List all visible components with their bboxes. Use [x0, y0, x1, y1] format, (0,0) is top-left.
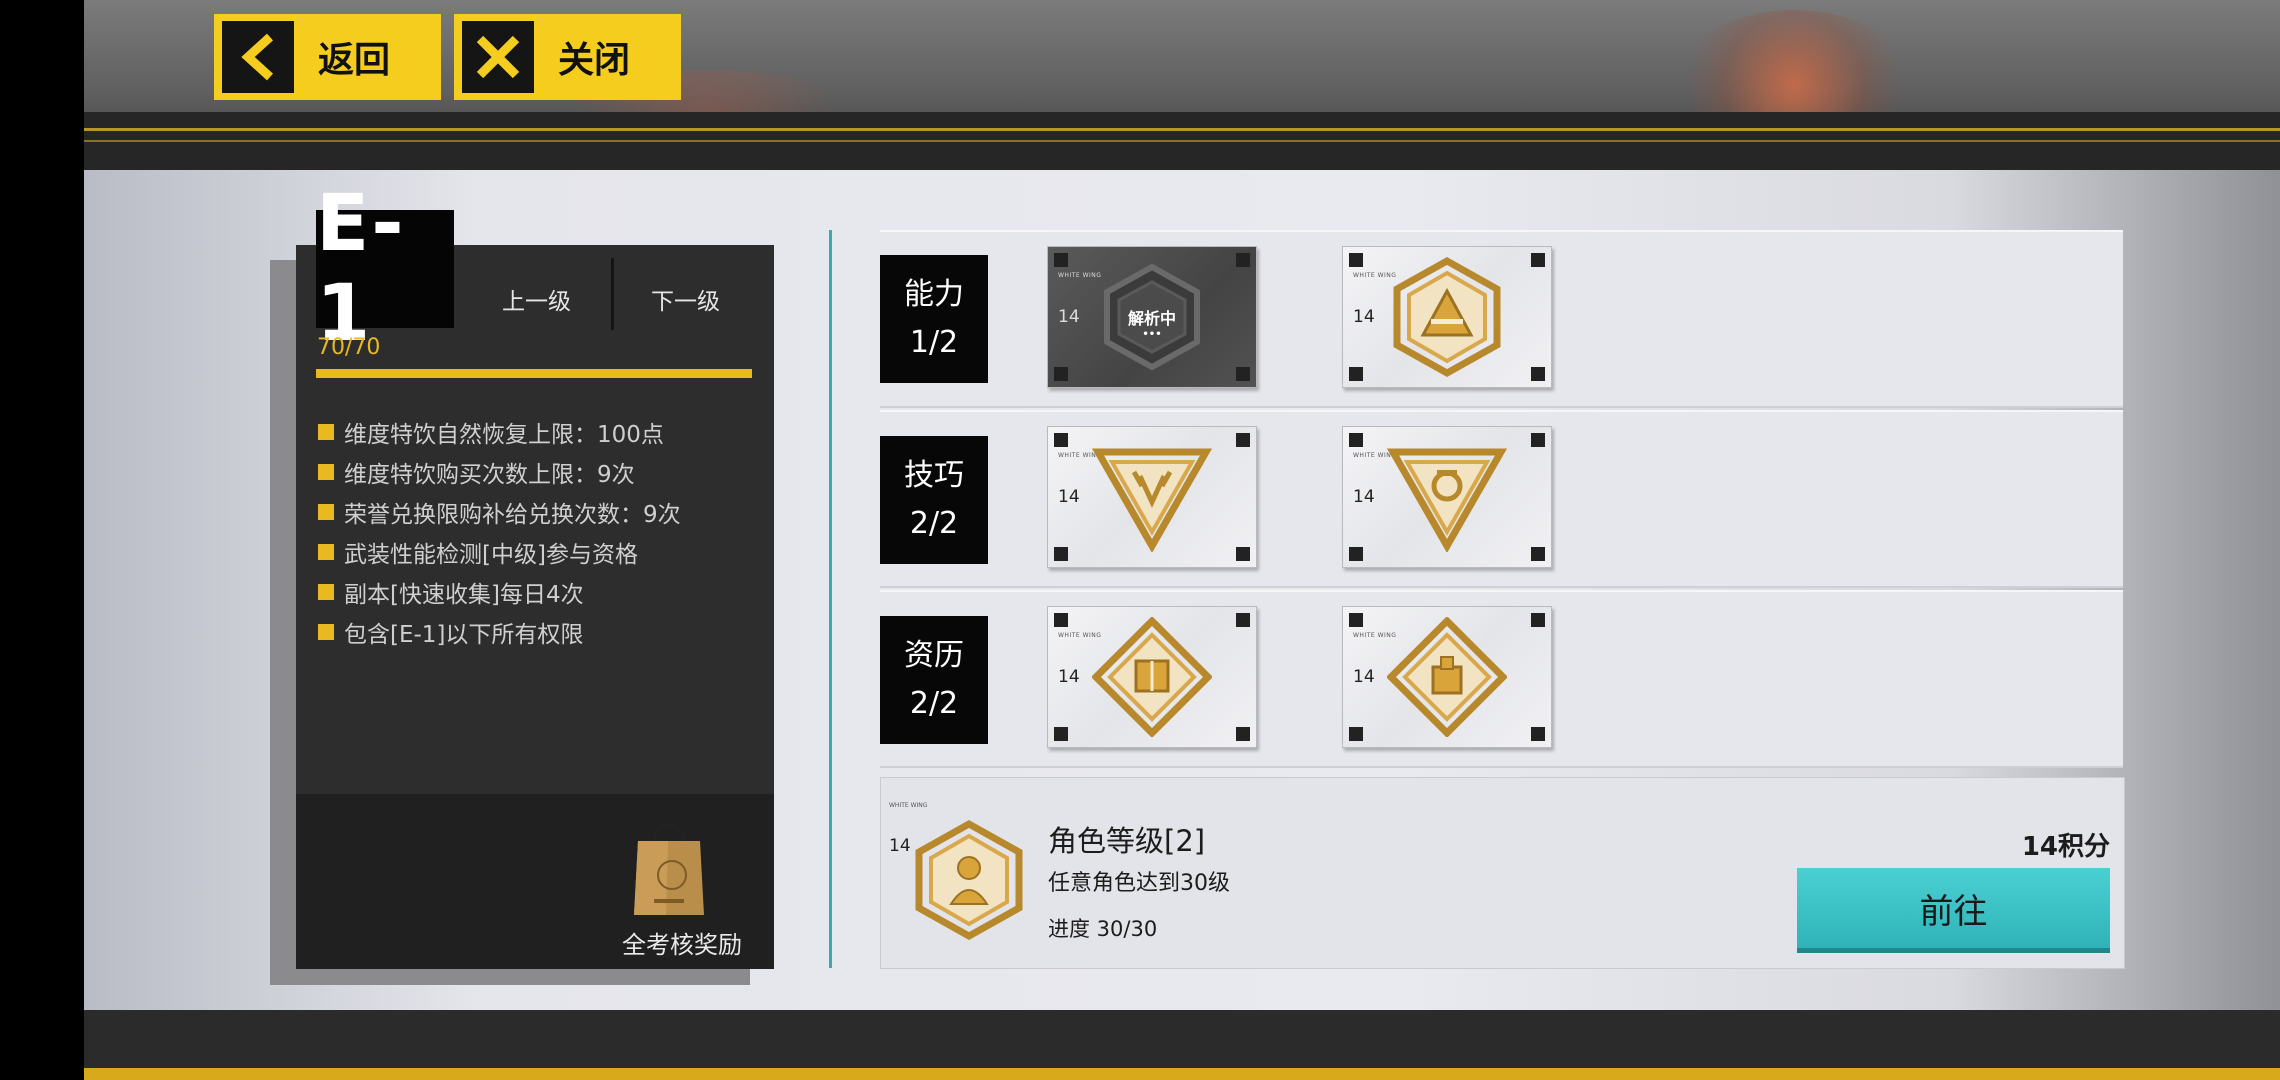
- category-label-seniority: 资历 2/2: [880, 616, 988, 744]
- category-label-ability: 能力 1/2: [880, 255, 988, 383]
- level-progress-fill: [316, 369, 752, 378]
- perk-item: 包含[E-1]以下所有权限: [318, 612, 681, 652]
- back-label: 返回: [318, 40, 391, 81]
- bullet-square-icon: [318, 504, 334, 520]
- close-label: 关闭: [558, 40, 631, 81]
- back-button[interactable]: 返回: [214, 14, 441, 100]
- level-nav-divider: [611, 258, 614, 330]
- medal-card[interactable]: WHITE WING 14: [1342, 606, 1552, 748]
- medal-card[interactable]: WHITE WING 14: [1047, 426, 1257, 568]
- grade-badge: E-1: [316, 179, 454, 359]
- bullet-square-icon: [318, 624, 334, 640]
- task-progress: 进度 30/30: [1048, 917, 1158, 941]
- perk-item: 维度特饮购买次数上限：9次: [318, 452, 681, 492]
- prev-level-button[interactable]: 上一级: [502, 282, 571, 316]
- bullet-square-icon: [318, 544, 334, 560]
- all-assessment-reward-label: 全考核奖励: [622, 931, 742, 959]
- divider-line: [829, 230, 832, 968]
- diamond-box-medal-icon: [1387, 617, 1507, 737]
- perk-item: 武装性能检测[中级]参与资格: [318, 532, 681, 572]
- diamond-book-medal-icon: [1092, 617, 1212, 737]
- level-progress-bar: [316, 369, 752, 378]
- perk-list: 维度特饮自然恢复上限：100点 维度特饮购买次数上限：9次 荣誉兑换限购补给兑换…: [318, 412, 681, 652]
- chevron-left-icon: [222, 21, 294, 93]
- perk-item: 副本[快速收集]每日4次: [318, 572, 681, 612]
- medal-card[interactable]: WHITE WING 14: [1342, 426, 1552, 568]
- task-title: 角色等级[2]: [1048, 824, 1206, 858]
- goto-button[interactable]: 前往: [1797, 868, 2110, 948]
- level-progress-text: 70/70: [317, 335, 381, 360]
- task-description: 任意角色达到30级: [1048, 871, 1230, 896]
- task-points: 14积分: [2021, 832, 2110, 862]
- hexagon-triangle-medal-icon: [1393, 257, 1501, 377]
- perk-item: 荣誉兑换限购补给兑换次数：9次: [318, 492, 681, 532]
- gift-bag-icon[interactable]: [632, 815, 706, 917]
- medal-card[interactable]: WHITE WING 14: [1047, 606, 1257, 748]
- analyzing-status: 解析中 •••: [1127, 309, 1176, 340]
- medal-card[interactable]: WHITE WING 14 解析中 •••: [1047, 246, 1257, 388]
- triangle-ring-medal-icon: [1387, 448, 1507, 552]
- hexagon-person-medal-icon: [915, 820, 1023, 940]
- task-card: WHITE WING 14 角色等级[2] 任意角色达到30级 进度 30/30…: [880, 777, 2125, 969]
- bullet-square-icon: [318, 424, 334, 440]
- triangle-antler-medal-icon: [1092, 448, 1212, 552]
- close-button[interactable]: 关闭: [454, 14, 681, 100]
- bottom-bar: [84, 1010, 2280, 1080]
- medal-card[interactable]: WHITE WING 14: [1342, 246, 1552, 388]
- left-black-bar: [0, 0, 84, 1080]
- bullet-square-icon: [318, 584, 334, 600]
- bullet-square-icon: [318, 464, 334, 480]
- close-icon: [462, 21, 534, 93]
- next-level-button[interactable]: 下一级: [651, 282, 720, 316]
- category-label-technique: 技巧 2/2: [880, 436, 988, 564]
- perk-item: 维度特饮自然恢复上限：100点: [318, 412, 681, 452]
